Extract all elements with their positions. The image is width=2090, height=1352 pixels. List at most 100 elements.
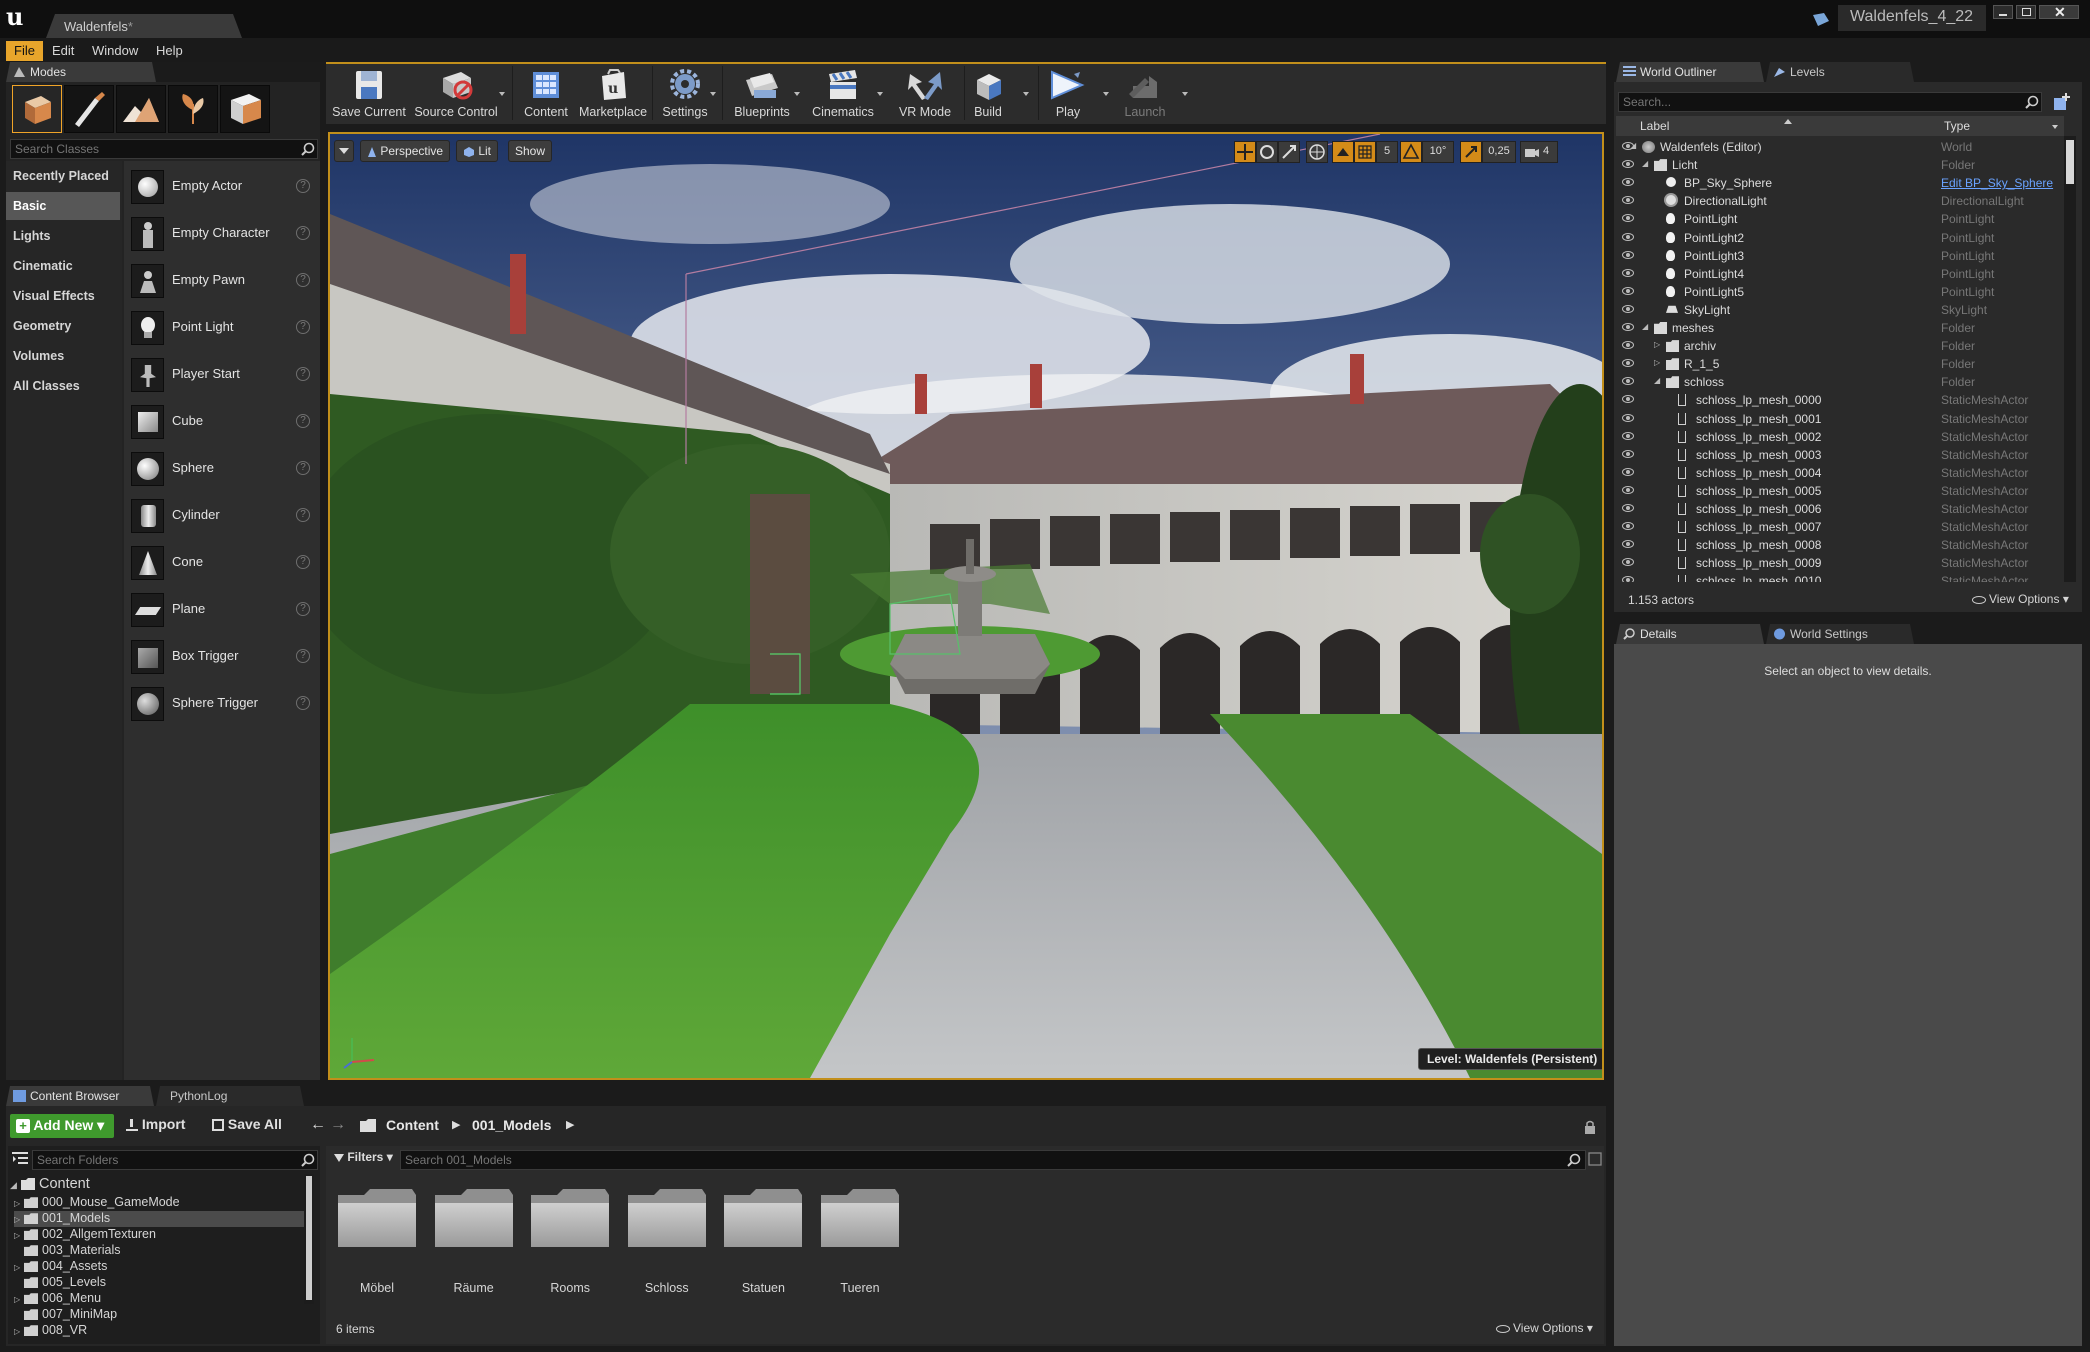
tree-scrollbar[interactable] — [304, 1174, 314, 1304]
nav-back-icon[interactable]: ← — [310, 1116, 326, 1134]
outliner-row[interactable]: schloss_lp_mesh_0007 StaticMeshActor — [1616, 518, 2074, 536]
category-volumes[interactable]: Volumes — [6, 342, 120, 370]
visibility-eye-icon[interactable] — [1622, 304, 1634, 313]
scrollbar-thumb[interactable] — [306, 1176, 312, 1300]
outliner-row[interactable]: schloss_lp_mesh_0008 StaticMeshActor — [1616, 536, 2074, 554]
document-tab[interactable]: Waldenfels* — [46, 14, 242, 38]
outliner-row[interactable]: ◢ schloss Folder — [1616, 373, 2074, 391]
tab-python-log[interactable]: PythonLog — [156, 1086, 304, 1106]
play-button[interactable]: Play — [1042, 64, 1094, 122]
place-item-empty-actor[interactable]: Empty Actor? — [128, 166, 316, 208]
tab-modes[interactable]: Modes — [6, 62, 156, 82]
visibility-eye-icon[interactable] — [1622, 160, 1634, 169]
place-item-box-trigger[interactable]: Box Trigger? — [128, 636, 316, 678]
outliner-row[interactable]: PointLight PointLight — [1616, 210, 2074, 228]
feedback-icon[interactable] — [1812, 12, 1830, 28]
menu-help[interactable]: Help — [148, 41, 191, 61]
help-icon[interactable]: ? — [296, 226, 310, 240]
help-icon[interactable]: ? — [296, 414, 310, 428]
visibility-eye-icon[interactable] — [1622, 250, 1634, 259]
visibility-eye-icon[interactable] — [1622, 522, 1634, 531]
visibility-eye-icon[interactable] — [1622, 377, 1634, 386]
save-search-icon[interactable] — [1588, 1152, 1602, 1166]
category-geometry[interactable]: Geometry — [6, 312, 120, 340]
level-viewport[interactable]: Perspective Lit Show 5 10° 0,25 4 Level:… — [328, 132, 1604, 1080]
place-item-cube[interactable]: Cube? — [128, 401, 316, 443]
visibility-eye-icon[interactable] — [1622, 232, 1634, 241]
help-icon[interactable]: ? — [296, 273, 310, 287]
add-new-button[interactable]: + Add New ▾ — [10, 1114, 114, 1138]
outliner-row[interactable]: ▷ archiv Folder — [1616, 337, 2074, 355]
camera-speed-button[interactable]: 4 — [1520, 141, 1558, 163]
visibility-eye-icon[interactable] — [1622, 359, 1634, 368]
expand-arrow-icon[interactable]: ▷ — [14, 1327, 24, 1336]
outliner-scrollbar[interactable] — [2064, 136, 2076, 582]
path-segment-models[interactable]: 001_Models — [472, 1117, 551, 1133]
scale-snap-icon[interactable] — [1460, 141, 1482, 163]
place-item-player-start[interactable]: Player Start? — [128, 354, 316, 396]
place-item-sphere-trigger[interactable]: Sphere Trigger? — [128, 683, 316, 725]
outliner-row[interactable]: PointLight3 PointLight — [1616, 247, 2074, 265]
expand-arrow-icon[interactable]: ▷ — [14, 1295, 24, 1304]
tree-folder-item[interactable]: 007_MiniMap — [14, 1307, 304, 1323]
visibility-eye-icon[interactable] — [1622, 467, 1634, 476]
menu-edit[interactable]: Edit — [44, 41, 82, 61]
category-lights[interactable]: Lights — [6, 222, 120, 250]
save-current-button[interactable]: Save Current — [328, 64, 410, 122]
outliner-row[interactable]: schloss_lp_mesh_0004 StaticMeshActor — [1616, 464, 2074, 482]
help-icon[interactable]: ? — [296, 696, 310, 710]
collapse-arrow-icon[interactable]: ◢ — [1642, 322, 1648, 331]
help-icon[interactable]: ? — [296, 179, 310, 193]
rotate-mode-icon[interactable] — [1256, 141, 1278, 163]
visibility-eye-icon[interactable] — [1622, 196, 1634, 205]
place-item-empty-pawn[interactable]: Empty Pawn? — [128, 260, 316, 302]
tab-details[interactable]: Details — [1616, 624, 1764, 644]
outliner-row[interactable]: BP_Sky_Sphere Edit BP_Sky_Sphere — [1616, 174, 2074, 192]
outliner-row[interactable]: schloss_lp_mesh_0006 StaticMeshActor — [1616, 500, 2074, 518]
help-icon[interactable]: ? — [296, 320, 310, 334]
asset-folder-tile[interactable]: Rooms — [527, 1185, 613, 1295]
build-dropdown-icon[interactable] — [1023, 92, 1029, 96]
tree-folder-item[interactable]: 003_Materials — [14, 1243, 304, 1259]
viewport-options-button[interactable] — [334, 140, 354, 162]
outliner-row[interactable]: schloss_lp_mesh_0000 StaticMeshActor — [1616, 391, 2074, 409]
category-recently-placed[interactable]: Recently Placed — [6, 162, 120, 190]
outliner-row[interactable]: PointLight5 PointLight — [1616, 283, 2074, 301]
mode-landscape[interactable] — [116, 85, 166, 133]
scale-mode-icon[interactable] — [1278, 141, 1300, 163]
rotation-snap-value[interactable]: 10° — [1422, 141, 1454, 163]
outliner-row-type[interactable]: Edit BP_Sky_Sphere — [1941, 176, 2053, 190]
tree-folder-item[interactable]: ▷ 004_Assets — [14, 1259, 304, 1275]
visibility-eye-icon[interactable] — [1622, 449, 1634, 458]
rotation-snap-icon[interactable] — [1400, 141, 1422, 163]
column-type[interactable]: Type — [1944, 119, 1970, 133]
visibility-eye-icon[interactable] — [1622, 214, 1634, 223]
visibility-eye-icon[interactable] — [1622, 413, 1634, 422]
world-space-icon[interactable] — [1306, 141, 1328, 163]
visibility-eye-icon[interactable] — [1622, 341, 1634, 350]
search-folders-field[interactable] — [32, 1150, 318, 1170]
scale-snap-value[interactable]: 0,25 — [1482, 141, 1516, 163]
visibility-eye-icon[interactable] — [1622, 431, 1634, 440]
mode-foliage[interactable] — [168, 85, 218, 133]
visibility-eye-icon[interactable] — [1622, 395, 1634, 404]
save-all-button[interactable]: Save All — [212, 1116, 282, 1138]
visibility-eye-icon[interactable] — [1622, 504, 1634, 512]
asset-folder-tile[interactable]: Statuen — [720, 1185, 806, 1295]
grid-size-button[interactable]: 5 — [1376, 141, 1398, 163]
vr-mode-button[interactable]: VR Mode — [888, 64, 962, 122]
outliner-search-field[interactable] — [1618, 92, 2042, 112]
outliner-row[interactable]: PointLight4 PointLight — [1616, 265, 2074, 283]
lock-icon[interactable] — [1584, 1120, 1596, 1134]
place-item-cone[interactable]: Cone? — [128, 542, 316, 584]
visibility-eye-icon[interactable] — [1622, 268, 1634, 277]
cinematics-dropdown-icon[interactable] — [877, 92, 883, 96]
asset-folder-tile[interactable]: Möbel — [334, 1185, 420, 1295]
play-dropdown-icon[interactable] — [1103, 92, 1109, 96]
help-icon[interactable]: ? — [296, 508, 310, 522]
help-icon[interactable]: ? — [296, 461, 310, 475]
build-button[interactable]: Build — [968, 64, 1008, 122]
content-button[interactable]: Content — [516, 64, 576, 122]
help-icon[interactable]: ? — [296, 555, 310, 569]
tree-folder-item[interactable]: ▷ 008_VR — [14, 1323, 304, 1339]
